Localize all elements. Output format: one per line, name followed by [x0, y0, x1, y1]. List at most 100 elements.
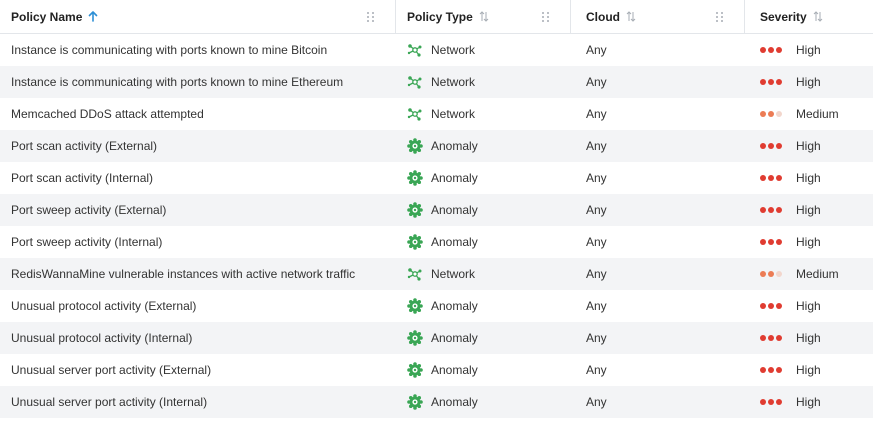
policy-name[interactable]: Port sweep activity (Internal) [11, 235, 162, 249]
severity-dot [760, 335, 766, 341]
cloud-value: Any [586, 267, 607, 281]
column-drag-handle-icon[interactable] [367, 12, 375, 22]
table-row[interactable]: Unusual server port activity (Internal) A… [0, 386, 873, 418]
policy-type-cell: Network [396, 98, 571, 130]
severity-dot [768, 399, 774, 405]
policy-type-cell: Anomaly [396, 322, 571, 354]
table-row[interactable]: Instance is communicating with ports kno… [0, 34, 873, 66]
severity-dot [760, 47, 766, 53]
severity-dot [776, 47, 782, 53]
severity-label: High [796, 43, 821, 57]
policy-name[interactable]: Unusual server port activity (Internal) [11, 395, 207, 409]
severity-cell: Medium [745, 98, 873, 130]
policy-type-cell: Network [396, 66, 571, 98]
severity-dots-icon [760, 335, 784, 341]
header-policy-type[interactable]: Policy Type [396, 0, 571, 33]
severity-cell: High [745, 226, 873, 258]
column-drag-handle-icon[interactable] [716, 12, 724, 22]
policy-name[interactable]: Unusual server port activity (External) [11, 363, 211, 377]
header-cloud[interactable]: Cloud [571, 0, 745, 33]
severity-cell: High [745, 162, 873, 194]
anomaly-gear-icon [407, 138, 423, 154]
severity-dot [776, 175, 782, 181]
severity-dot [768, 303, 774, 309]
policy-name[interactable]: Instance is communicating with ports kno… [11, 75, 343, 89]
policy-name[interactable]: Unusual protocol activity (Internal) [11, 331, 192, 345]
policy-type-label: Anomaly [431, 139, 478, 153]
sort-toggle-icon[interactable] [813, 11, 823, 22]
severity-dots-icon [760, 303, 784, 309]
severity-cell: High [745, 386, 873, 418]
anomaly-gear-icon [407, 202, 423, 218]
severity-dot [776, 303, 782, 309]
policy-type-cell: Anomaly [396, 386, 571, 418]
table-row[interactable]: Port scan activity (Internal) Anomaly Any H… [0, 162, 873, 194]
severity-dot [776, 207, 782, 213]
table-row[interactable]: RedisWannaMine vulnerable instances with… [0, 258, 873, 290]
severity-label: High [796, 395, 821, 409]
severity-dot [776, 111, 782, 117]
severity-dots-icon [760, 79, 784, 85]
cloud-value: Any [586, 43, 607, 57]
policy-name[interactable]: Port scan activity (External) [11, 139, 157, 153]
sort-toggle-icon[interactable] [626, 11, 636, 22]
policy-name-cell: Unusual protocol activity (External) [0, 290, 396, 322]
severity-dot [760, 143, 766, 149]
table-row[interactable]: Port sweep activity (Internal) Anomaly Any… [0, 226, 873, 258]
severity-label: Medium [796, 107, 839, 121]
severity-dot [760, 271, 766, 277]
severity-label: High [796, 139, 821, 153]
cloud-value: Any [586, 107, 607, 121]
policy-name[interactable]: RedisWannaMine vulnerable instances with… [11, 267, 355, 281]
severity-dots-icon [760, 143, 784, 149]
header-policy-name[interactable]: Policy Name [0, 0, 396, 33]
severity-dots-icon [760, 367, 784, 373]
severity-cell: High [745, 354, 873, 386]
header-policy-type-label: Policy Type [407, 9, 473, 24]
table-row[interactable]: Memcached DDoS attack attempted Network An… [0, 98, 873, 130]
severity-dots-icon [760, 175, 784, 181]
table-row[interactable]: Port sweep activity (External) Anomaly Any… [0, 194, 873, 226]
severity-cell: Medium [745, 258, 873, 290]
policy-type-label: Network [431, 267, 476, 281]
cloud-value: Any [586, 299, 607, 313]
policy-name[interactable]: Port sweep activity (External) [11, 203, 166, 217]
policy-name[interactable]: Port scan activity (Internal) [11, 171, 153, 185]
severity-dots-icon [760, 207, 784, 213]
header-severity[interactable]: Severity [745, 0, 873, 33]
severity-dot [768, 111, 774, 117]
table-row[interactable]: Unusual server port activity (External) A… [0, 354, 873, 386]
severity-cell: High [745, 194, 873, 226]
severity-label: Medium [796, 267, 839, 281]
table-row[interactable]: Instance is communicating with ports kno… [0, 66, 873, 98]
severity-dot [760, 175, 766, 181]
severity-dots-icon [760, 399, 784, 405]
anomaly-gear-icon [407, 394, 423, 410]
cloud-value: Any [586, 171, 607, 185]
policy-name[interactable]: Instance is communicating with ports kno… [11, 43, 327, 57]
policy-name[interactable]: Memcached DDoS attack attempted [11, 107, 204, 121]
severity-dot [776, 367, 782, 373]
severity-dot [760, 303, 766, 309]
table-row[interactable]: Unusual protocol activity (External) Anom… [0, 290, 873, 322]
severity-dot [768, 47, 774, 53]
cloud-cell: Any [571, 386, 745, 418]
policy-name-cell: Instance is communicating with ports kno… [0, 66, 396, 98]
table-row[interactable]: Unusual protocol activity (Internal) Anom… [0, 322, 873, 354]
anomaly-gear-icon [407, 234, 423, 250]
policy-name-cell: Unusual server port activity (External) [0, 354, 396, 386]
cloud-value: Any [586, 363, 607, 377]
policy-name[interactable]: Unusual protocol activity (External) [11, 299, 196, 313]
header-cloud-label: Cloud [586, 9, 620, 24]
policy-type-label: Anomaly [431, 363, 478, 377]
sort-toggle-icon[interactable] [479, 11, 489, 22]
cloud-cell: Any [571, 34, 745, 66]
column-drag-handle-icon[interactable] [542, 12, 550, 22]
anomaly-gear-icon [407, 330, 423, 346]
severity-dots-icon [760, 47, 784, 53]
cloud-cell: Any [571, 290, 745, 322]
sort-ascending-icon[interactable] [88, 11, 98, 22]
table-row[interactable]: Port scan activity (External) Anomaly Any H… [0, 130, 873, 162]
policy-type-label: Anomaly [431, 331, 478, 345]
severity-label: High [796, 171, 821, 185]
